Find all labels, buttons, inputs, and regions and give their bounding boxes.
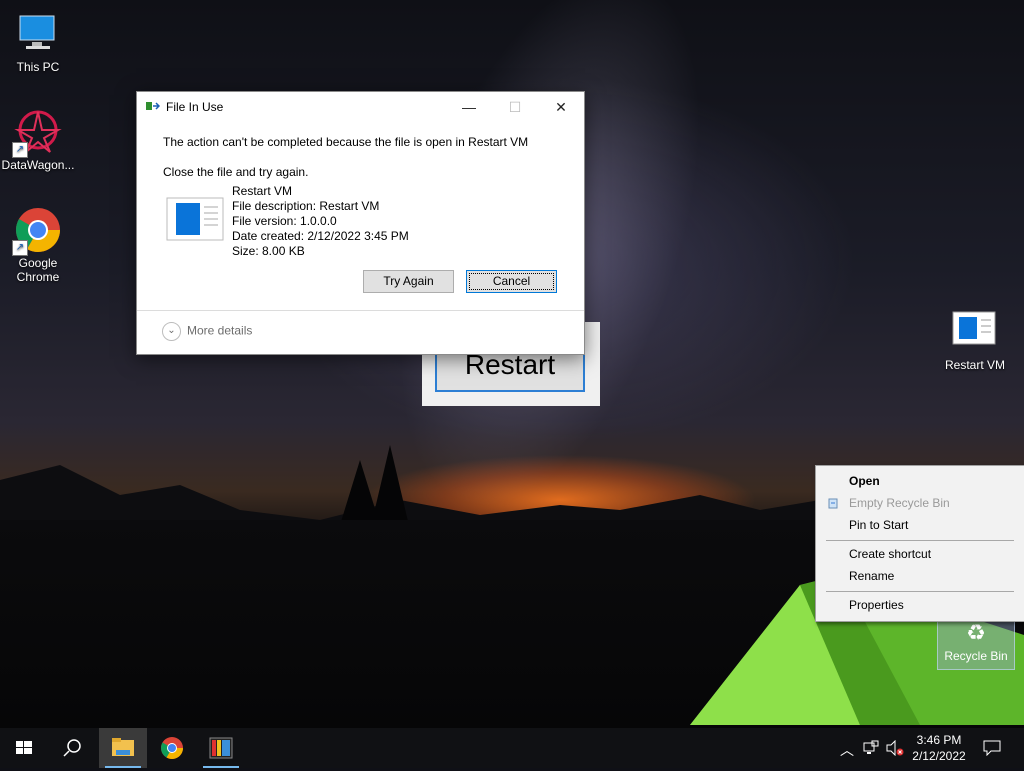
file-date-created: Date created: 2/12/2022 3:45 PM <box>232 229 409 243</box>
dialog-divider <box>137 310 584 311</box>
dialog-instruction: Close the file and try again. <box>163 165 309 179</box>
menu-separator <box>826 540 1014 541</box>
taskbar-chrome[interactable] <box>148 728 196 768</box>
file-size: Size: 8.00 KB <box>232 244 305 258</box>
menu-item-rename[interactable]: Rename <box>849 566 894 586</box>
shortcut-arrow-icon: ↗ <box>12 240 28 256</box>
file-explorer-icon <box>112 738 134 756</box>
volume-muted-icon[interactable] <box>886 739 904 760</box>
notifications-icon[interactable] <box>983 740 1001 760</box>
network-icon[interactable] <box>863 740 879 760</box>
file-in-use-dialog: File In Use — ☐ ✕ The action can't be co… <box>136 91 585 355</box>
taskbar-file-explorer[interactable] <box>99 728 147 768</box>
minimize-button[interactable]: — <box>446 92 492 122</box>
menu-separator <box>826 591 1014 592</box>
menu-item-empty-recycle-bin: Empty Recycle Bin <box>849 496 950 510</box>
shortcut-arrow-icon: ↗ <box>12 142 28 158</box>
restart-vm-app-icon <box>209 737 233 759</box>
clock-time: 3:46 PM <box>916 733 962 747</box>
more-details-toggle[interactable]: ⌄ More details <box>162 322 252 341</box>
taskbar: ︿ 3:46 PM 2/12/2022 <box>0 728 1024 768</box>
menu-item-properties[interactable]: Properties <box>849 595 904 615</box>
desktop-icon-this-pc[interactable]: This PC <box>0 10 76 74</box>
minimize-icon: — <box>462 99 476 115</box>
desktop-icon-google-chrome[interactable]: ↗ Google Chrome <box>0 206 76 284</box>
menu-item-open[interactable]: Open <box>849 471 880 491</box>
desktop-icon-label: DataWagon... <box>1 158 75 172</box>
search-icon <box>63 739 81 757</box>
menu-item-pin-to-start[interactable]: Pin to Start <box>849 515 908 535</box>
datawagon-icon: ↗ <box>12 108 62 158</box>
recycle-bin-small-icon <box>828 498 838 509</box>
start-icon <box>16 741 32 754</box>
more-details-label: More details <box>187 323 253 338</box>
restart-vm-file-icon <box>166 197 224 241</box>
try-again-button[interactable]: Try Again <box>363 270 454 293</box>
clock-date: 2/12/2022 <box>912 749 966 763</box>
file-details: Restart VM File description: Restart VM … <box>232 184 409 259</box>
desktop-icon-recycle-bin[interactable]: ♻ Recycle Bin <box>937 616 1015 670</box>
chrome-icon <box>161 737 183 759</box>
clock[interactable]: 3:46 PM 2/12/2022 <box>903 732 975 764</box>
recycle-bin-context-menu: Open Empty Recycle Bin Pin to Start Crea… <box>815 465 1024 622</box>
start-button[interactable] <box>0 728 48 768</box>
chevron-down-icon: ⌄ <box>162 322 181 341</box>
file-transfer-icon <box>146 102 160 110</box>
dialog-title: File In Use <box>166 100 224 114</box>
maximize-icon: ☐ <box>508 99 522 115</box>
maximize-button: ☐ <box>492 92 538 122</box>
chrome-icon: ↗ <box>12 206 62 256</box>
close-button[interactable]: ✕ <box>538 92 584 122</box>
menu-item-create-shortcut[interactable]: Create shortcut <box>849 544 931 564</box>
dialog-message: The action can't be completed because th… <box>163 135 529 149</box>
taskbar-restart-vm-app[interactable] <box>197 728 245 768</box>
desktop-icon-label: Google Chrome <box>16 256 60 284</box>
desktop-icon-datawagon[interactable]: ↗ DataWagon... <box>0 108 76 172</box>
dialog-titlebar[interactable]: File In Use — ☐ ✕ <box>137 92 584 122</box>
desktop-icon-label: This PC <box>16 60 60 74</box>
search-button[interactable] <box>48 728 96 768</box>
desktop-icon-restart-vm[interactable]: Restart VM <box>937 308 1013 372</box>
restart-vm-file-icon <box>951 308 999 356</box>
close-icon: ✕ <box>555 99 567 115</box>
chevron-up-icon[interactable]: ︿ <box>840 740 854 760</box>
file-description: File description: Restart VM <box>232 199 380 213</box>
file-version: File version: 1.0.0.0 <box>232 214 337 228</box>
desktop-icon-label: Recycle Bin <box>944 649 1008 663</box>
desktop-icon-label: Restart VM <box>944 358 1005 372</box>
cancel-button[interactable]: Cancel <box>466 270 557 293</box>
file-name: Restart VM <box>232 184 293 198</box>
computer-icon <box>14 10 62 58</box>
